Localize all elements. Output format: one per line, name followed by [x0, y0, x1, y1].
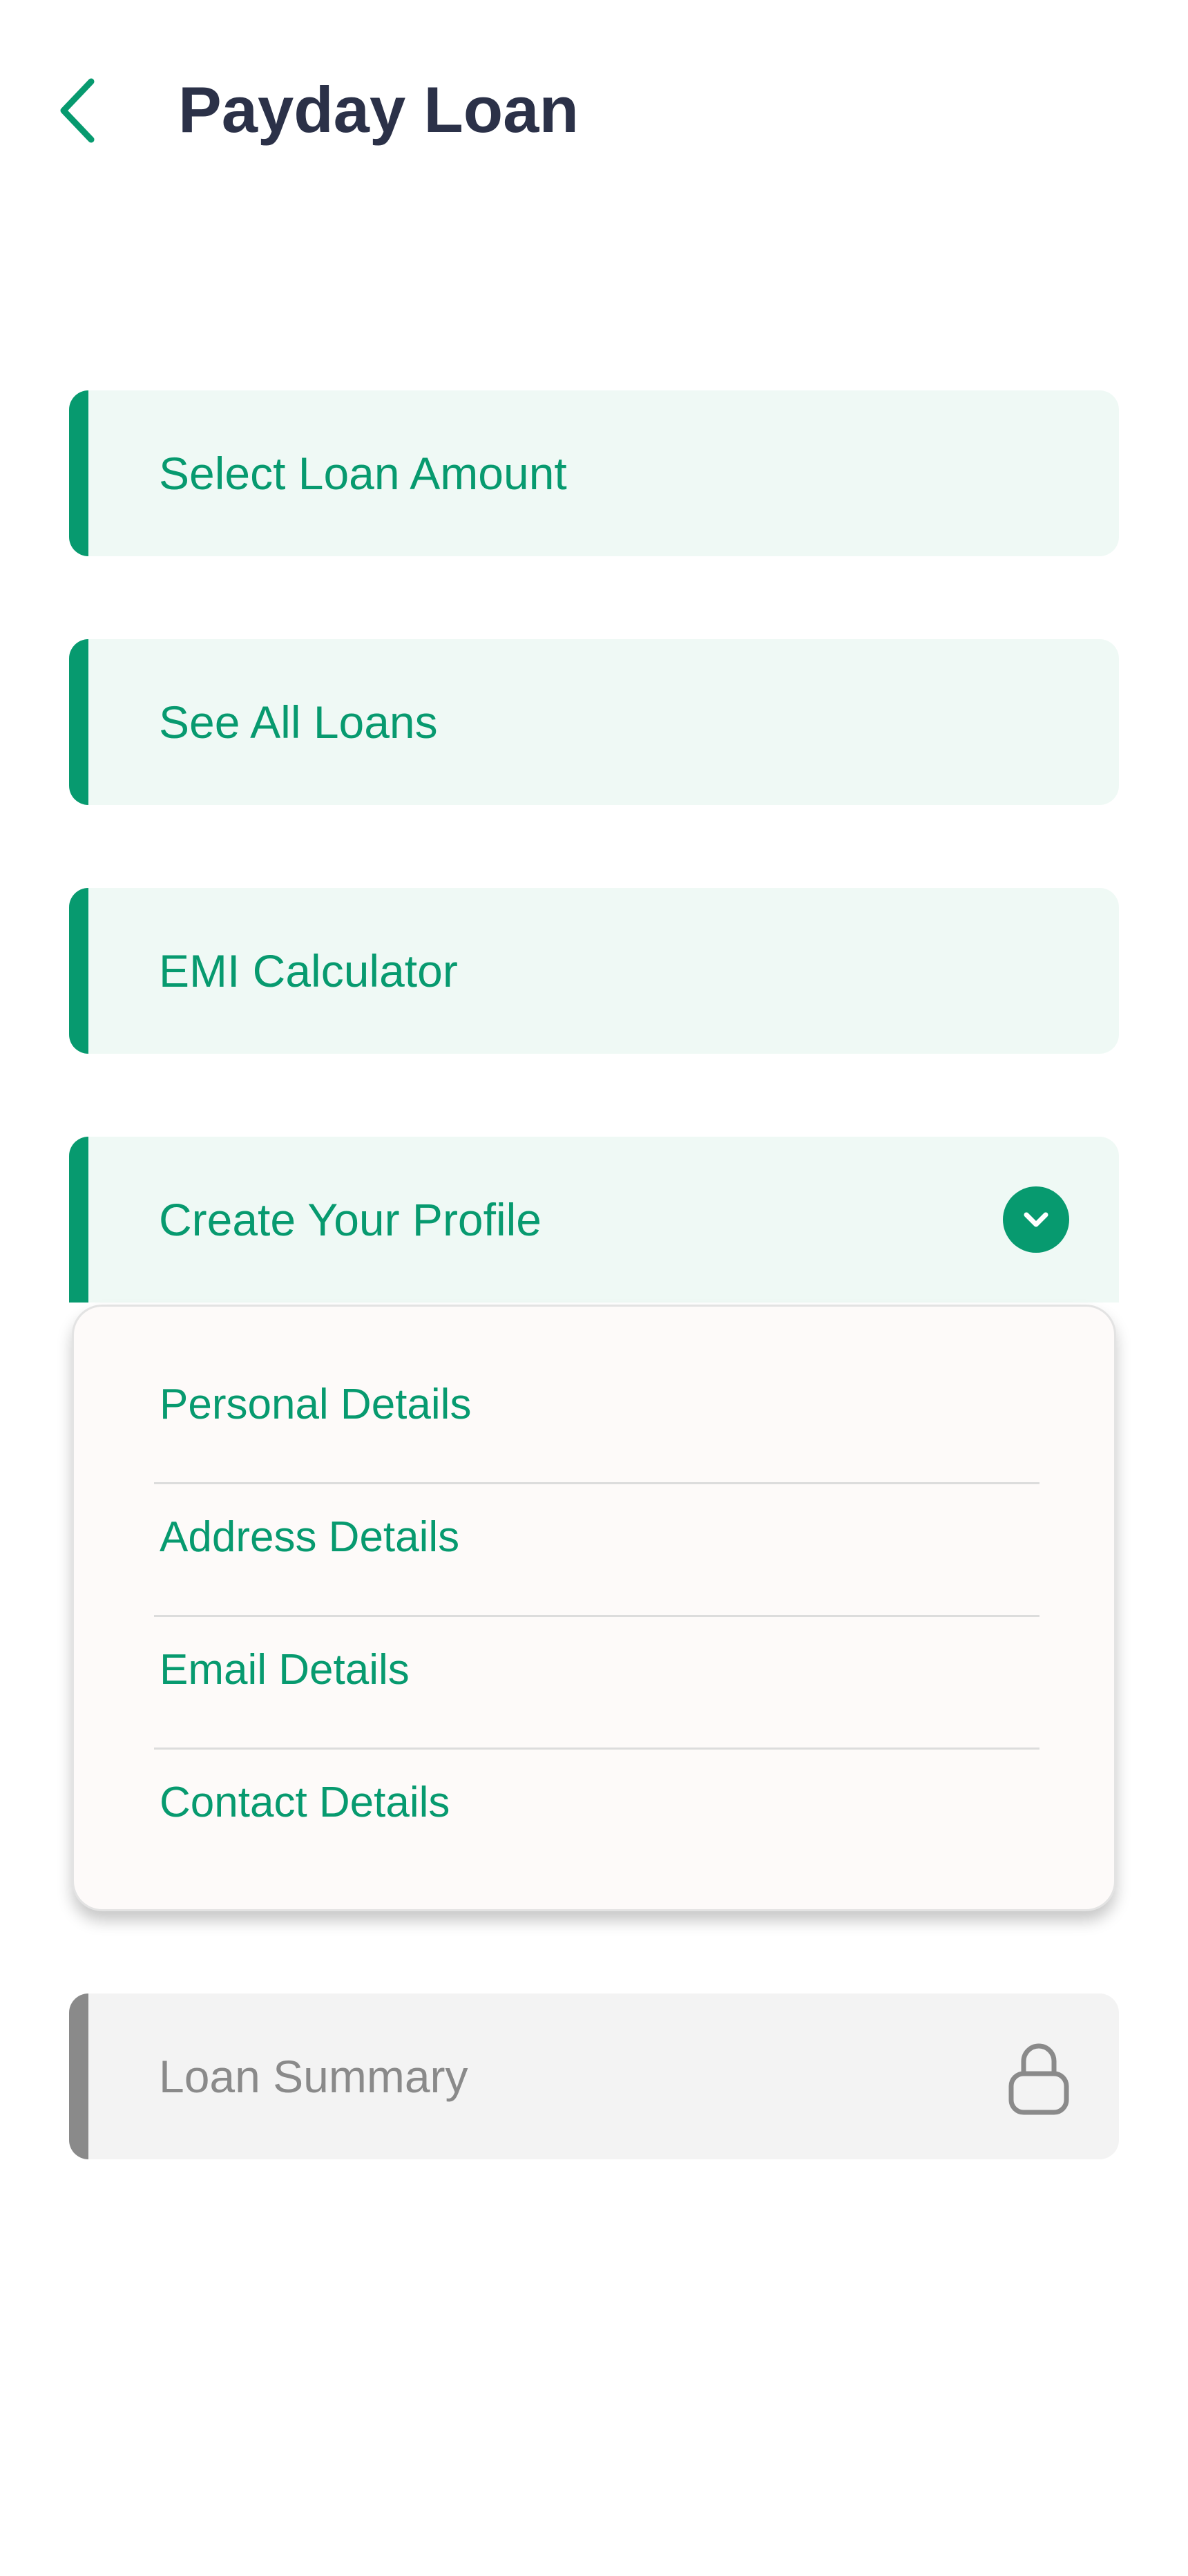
chevron-left-icon [60, 78, 95, 143]
menu-item-loan-summary: Loan Summary [69, 1993, 1119, 2159]
submenu-item-label: Address Details [160, 1513, 460, 1561]
submenu-item-label: Contact Details [160, 1779, 450, 1826]
menu-item-label: See All Loans [159, 697, 438, 748]
submenu-item-label: Personal Details [160, 1381, 472, 1428]
chevron-down-icon [1024, 1212, 1048, 1227]
back-button[interactable] [44, 69, 111, 152]
menu-item-label: EMI Calculator [159, 945, 458, 996]
submenu-item-email-details[interactable]: Email Details [74, 1604, 1114, 1736]
menu-item-emi-calculator[interactable]: EMI Calculator [69, 888, 1119, 1054]
menu-item-see-all-loans[interactable]: See All Loans [69, 639, 1119, 805]
page-title: Payday Loan [178, 73, 579, 146]
lock-icon [1008, 2043, 1069, 2115]
expand-toggle-button[interactable] [1003, 1186, 1069, 1253]
menu-item-accent-bar [69, 888, 88, 1054]
menu-item-accent-bar [69, 1137, 88, 1303]
submenu-item-address-details[interactable]: Address Details [74, 1471, 1114, 1604]
menu-item-accent-bar [69, 390, 88, 556]
menu-item-label: Create Your Profile [159, 1194, 542, 1245]
menu-item-label: Select Loan Amount [159, 448, 567, 499]
submenu-item-personal-details[interactable]: Personal Details [74, 1338, 1114, 1471]
menu-item-create-your-profile[interactable]: Create Your Profile [69, 1137, 1119, 1303]
profile-submenu: Personal Details Address Details Email D… [72, 1305, 1116, 1911]
submenu-item-contact-details[interactable]: Contact Details [74, 1736, 1114, 1869]
submenu-item-label: Email Details [160, 1646, 410, 1694]
menu-item-select-loan-amount[interactable]: Select Loan Amount [69, 390, 1119, 556]
menu-item-accent-bar [69, 639, 88, 805]
menu-item-label: Loan Summary [159, 2051, 468, 2102]
menu-item-accent-bar [69, 1993, 88, 2159]
app-header: Payday Loan [0, 0, 1188, 221]
